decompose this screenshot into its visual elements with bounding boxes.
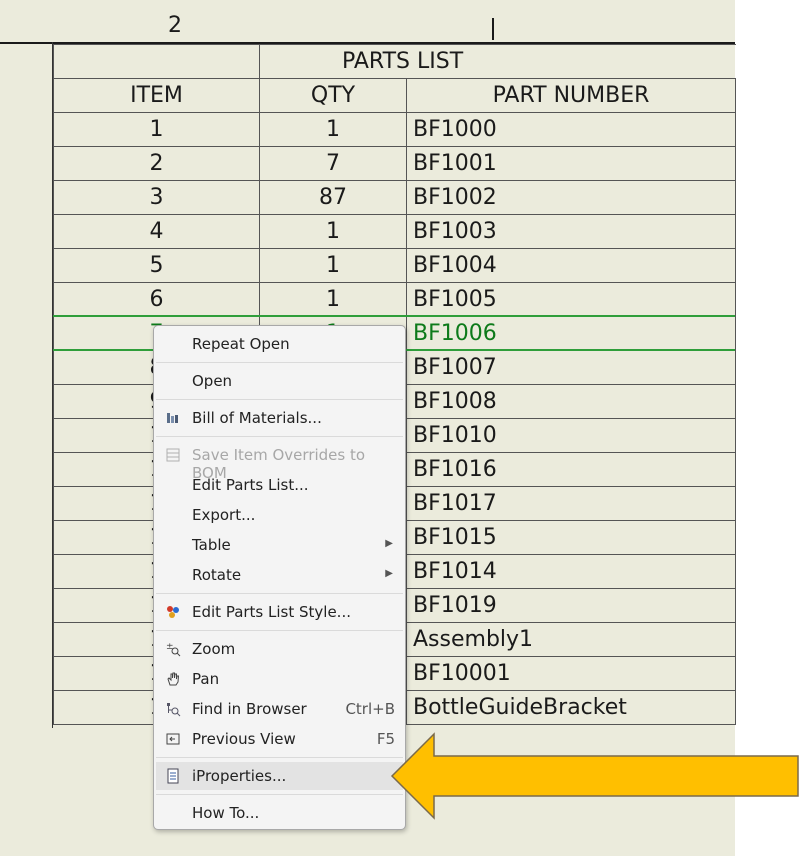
zoom-icon: ±: [165, 641, 181, 657]
menu-item-repeat-open[interactable]: Repeat Open: [156, 330, 403, 358]
menu-item-label: Find in Browser: [192, 700, 307, 718]
menu-item-previous-view[interactable]: Previous View F5: [156, 725, 403, 753]
submenu-arrow-icon: ▶: [385, 538, 393, 549]
callout-arrow-shape: [390, 732, 799, 820]
menu-item-save-item-overrides: Save Item Overrides to BOM: [156, 441, 403, 482]
menu-item-label: Edit Parts List Style...: [192, 603, 351, 621]
cell-part-number: BF1015: [406, 520, 736, 555]
menu-item-zoom[interactable]: ± Zoom: [156, 635, 403, 663]
menu-item-edit-parts-list[interactable]: Edit Parts List...: [156, 471, 403, 499]
table-row[interactable]: 5 1 BF1004: [53, 248, 736, 283]
column-header-item: ITEM: [53, 78, 260, 113]
menu-item-export[interactable]: Export...: [156, 501, 403, 529]
cell-part-number: BF1005: [406, 282, 736, 317]
cell-part-number: BF1000: [406, 112, 736, 147]
cell-part-number: BF1017: [406, 486, 736, 521]
column-header-qty: QTY: [259, 78, 407, 113]
cell-qty: 7: [259, 146, 407, 181]
menu-item-how-to[interactable]: How To...: [156, 799, 403, 827]
cell-qty: 87: [259, 180, 407, 215]
table-row[interactable]: 1 1 BF1000: [53, 112, 736, 147]
context-menu[interactable]: Repeat Open Open Bill of Materials... Sa…: [153, 325, 406, 830]
menu-separator: [156, 794, 403, 795]
cell-part-number: Assembly1: [406, 622, 736, 657]
cell-part-number: BF1014: [406, 554, 736, 589]
menu-item-label: Rotate: [192, 566, 242, 584]
cell-item: 4: [53, 214, 260, 249]
selection-highlight-top: [53, 315, 735, 317]
table-row[interactable]: 2 7 BF1001: [53, 146, 736, 181]
pan-hand-icon: [165, 671, 181, 687]
cell-qty: 1: [259, 282, 407, 317]
cell-part-number: BF1003: [406, 214, 736, 249]
menu-item-table[interactable]: Table ▶: [156, 531, 403, 559]
menu-item-bill-of-materials[interactable]: Bill of Materials...: [156, 404, 403, 432]
cell-part-number: BF1006: [406, 316, 736, 351]
cell-part-number: BF1007: [406, 350, 736, 385]
cell-qty: 1: [259, 248, 407, 283]
menu-item-label: iProperties...: [192, 767, 287, 785]
find-in-browser-icon: [165, 701, 181, 717]
menu-item-iproperties[interactable]: iProperties...: [156, 762, 403, 790]
cell-qty: 1: [259, 112, 407, 147]
menu-item-label: Pan: [192, 670, 220, 688]
menu-separator: [156, 593, 403, 594]
cell-part-number: BF10001: [406, 656, 736, 691]
cell-item: 6: [53, 282, 260, 317]
menu-item-label: Bill of Materials...: [192, 409, 322, 427]
menu-item-shortcut: Ctrl+B: [345, 700, 395, 718]
callout-arrow: [390, 732, 799, 820]
table-row[interactable]: 4 1 BF1003: [53, 214, 736, 249]
menu-item-open[interactable]: Open: [156, 367, 403, 395]
cell-item: 2: [53, 146, 260, 181]
parts-list-header-row: ITEM QTY PART NUMBER: [53, 78, 736, 113]
menu-item-pan[interactable]: Pan: [156, 665, 403, 693]
menu-item-label: Open: [192, 372, 233, 390]
cell-item: 3: [53, 180, 260, 215]
column-header-part-number: PART NUMBER: [406, 78, 736, 113]
menu-separator: [156, 362, 403, 363]
menu-item-label: Previous View: [192, 730, 296, 748]
cell-item: 1: [53, 112, 260, 147]
menu-item-label: Edit Parts List...: [192, 476, 309, 494]
table-row[interactable]: 3 87 BF1002: [53, 180, 736, 215]
menu-item-label: Repeat Open: [192, 335, 290, 353]
bom-save-icon: [165, 447, 181, 463]
table-row[interactable]: 6 1 BF1005: [53, 282, 736, 317]
zone-tick: [492, 18, 494, 40]
cell-qty: 1: [259, 214, 407, 249]
menu-separator: [156, 630, 403, 631]
menu-item-label: How To...: [192, 804, 260, 822]
parts-list-title: PARTS LIST: [259, 44, 736, 79]
menu-item-label: Export...: [192, 506, 256, 524]
cell-part-number: BF1002: [406, 180, 736, 215]
cell-part-number: BF1010: [406, 418, 736, 453]
zone-number: 2: [168, 13, 182, 38]
menu-item-find-in-browser[interactable]: Find in Browser Ctrl+B: [156, 695, 403, 723]
iproperties-icon: [165, 768, 181, 784]
menu-item-label: Table: [192, 536, 231, 554]
cell-part-number: BF1004: [406, 248, 736, 283]
menu-item-label: Zoom: [192, 640, 236, 658]
style-icon: [165, 604, 181, 620]
menu-separator: [156, 399, 403, 400]
parts-list-title-row: PARTS LIST: [53, 44, 736, 79]
cell-part-number: BF1016: [406, 452, 736, 487]
cell-part-number: BottleGuideBracket: [406, 690, 736, 725]
bom-icon: [165, 410, 181, 426]
previous-view-icon: [165, 731, 181, 747]
menu-separator: [156, 757, 403, 758]
cell-part-number: BF1019: [406, 588, 736, 623]
menu-item-rotate[interactable]: Rotate ▶: [156, 561, 403, 589]
submenu-arrow-icon: ▶: [385, 568, 393, 579]
cell-item: 5: [53, 248, 260, 283]
cell-part-number: BF1001: [406, 146, 736, 181]
menu-item-edit-parts-list-style[interactable]: Edit Parts List Style...: [156, 598, 403, 626]
menu-separator: [156, 436, 403, 437]
cell-part-number: BF1008: [406, 384, 736, 419]
